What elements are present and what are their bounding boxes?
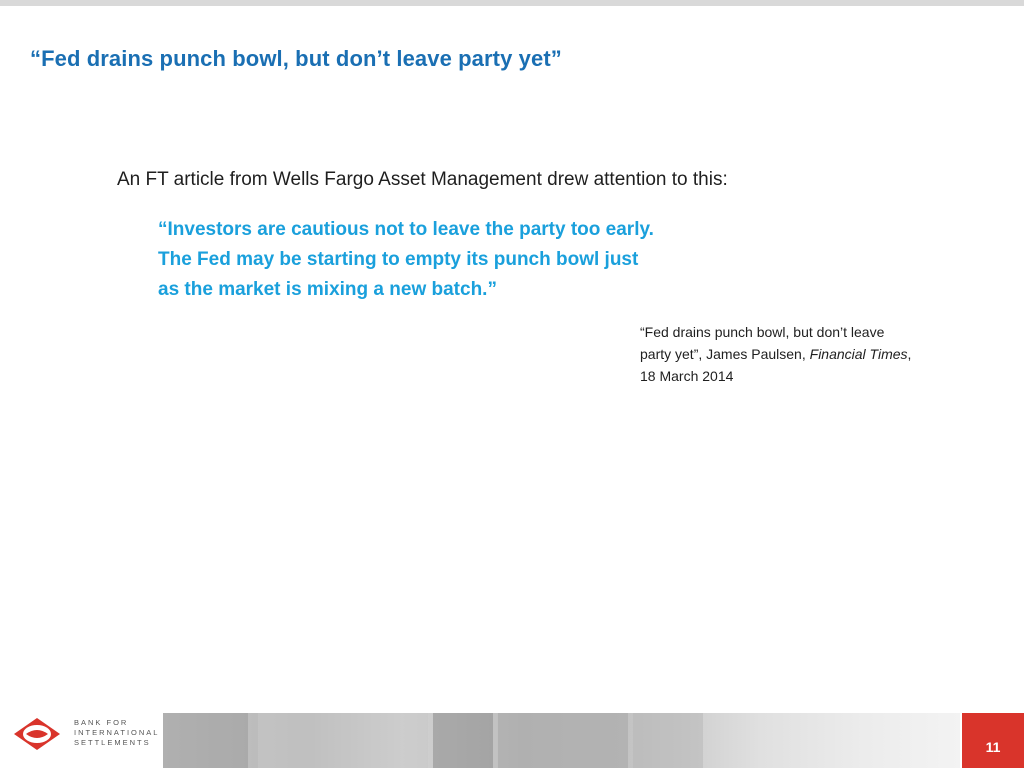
logo-text-line: INTERNATIONAL: [74, 728, 160, 737]
bis-logo-icon: [14, 718, 60, 750]
citation-text: ,: [907, 346, 912, 362]
citation-date: 18 March 2014: [640, 368, 734, 384]
slide-title: “Fed drains punch bowl, but don’t leave …: [30, 46, 562, 71]
citation-line: party yet”, James Paulsen, Financial Tim…: [640, 343, 980, 365]
footer-photo-strip: [163, 713, 960, 768]
footer-photo: [163, 713, 248, 768]
quote-line: The Fed may be starting to empty its pun…: [158, 249, 639, 270]
footer-photo: [498, 713, 628, 768]
citation-text: party yet”, James Paulsen,: [640, 346, 810, 362]
intro-text: An FT article from Wells Fargo Asset Man…: [117, 169, 728, 190]
footer-photo: [633, 713, 703, 768]
footer-photo: [433, 713, 493, 768]
citation-line: “Fed drains punch bowl, but don’t leave: [640, 324, 885, 340]
logo-text-line: BANK FOR: [74, 718, 129, 727]
quote-block: “Investors are cautious not to leave the…: [158, 215, 778, 305]
page-number: 11: [985, 739, 1001, 755]
logo-text-line: SETTLEMENTS: [74, 738, 151, 747]
top-bar: [0, 0, 1024, 6]
bis-logo-text: BANK FOR INTERNATIONAL SETTLEMENTS: [74, 718, 159, 748]
quote-line: “Investors are cautious not to leave the…: [158, 219, 654, 240]
footer-photo: [258, 713, 428, 768]
citation: “Fed drains punch bowl, but don’t leave …: [640, 321, 980, 387]
page-number-box: 11: [962, 713, 1024, 768]
publication-name: Financial Times: [809, 346, 908, 362]
quote-line: as the market is mixing a new batch.”: [158, 279, 497, 300]
